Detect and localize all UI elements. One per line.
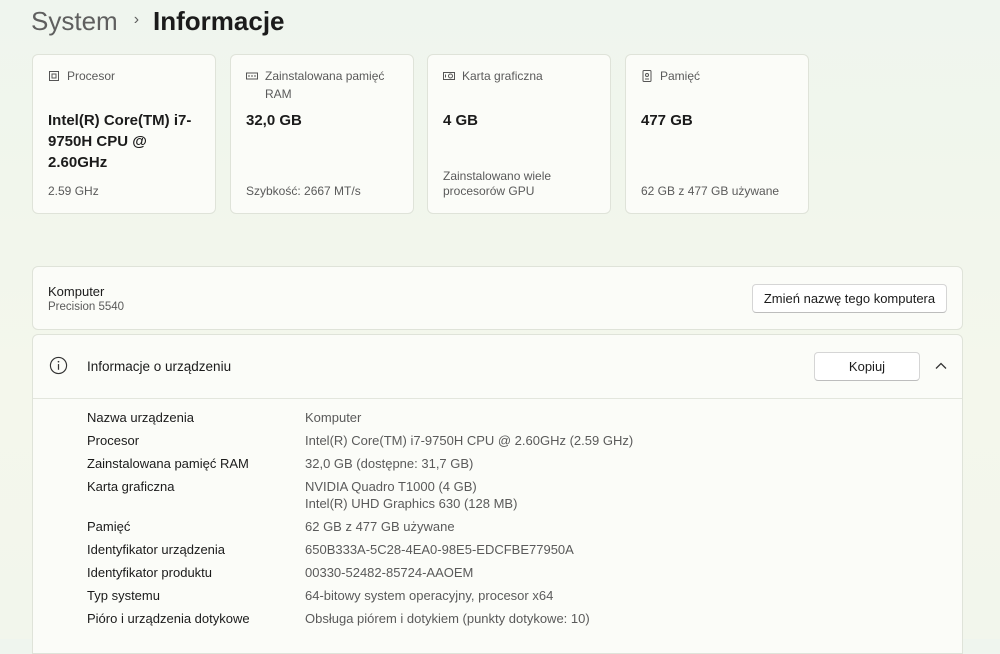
spec-row-storage: Pamięć 62 GB z 477 GB używane (87, 518, 952, 535)
spec-value: 62 GB z 477 GB używane (305, 519, 455, 534)
spec-label: Nazwa urządzenia (87, 410, 194, 425)
spec-card-ram: Zainstalowana pamięć RAM 32,0 GB Szybkoś… (230, 54, 414, 214)
spec-row-graphics: Karta graficzna NVIDIA Quadro T1000 (4 G… (87, 478, 952, 512)
info-icon (49, 356, 68, 375)
spec-value-group: NVIDIA Quadro T1000 (4 GB) Intel(R) UHD … (305, 478, 517, 512)
device-info-header[interactable]: Informacje o urządzeniu Kopiuj (33, 335, 962, 399)
card-detail: Szybkość: 2667 MT/s (246, 184, 361, 198)
spec-label: Pamięć (87, 519, 131, 534)
card-label: Zainstalowana pamięć RAM (265, 69, 385, 101)
card-detail: 62 GB z 477 GB używane (641, 184, 780, 198)
card-label: Procesor (67, 69, 116, 83)
spec-label: Identyfikator produktu (87, 565, 213, 580)
spec-card-processor: Procesor Intel(R) Core(TM) i7-9750H CPU … (32, 54, 216, 214)
storage-icon (642, 70, 652, 82)
breadcrumb-system-link[interactable]: System (31, 6, 118, 37)
spec-value: 64-bitowy system operacyjny, procesor x6… (305, 588, 554, 603)
card-detail: Zainstalowano wiele procesorów GPU (443, 169, 552, 198)
breadcrumb: System › Informacje (31, 0, 285, 42)
spec-value: Intel(R) UHD Graphics 630 (128 MB) (305, 496, 518, 511)
spec-row-processor: Procesor Intel(R) Core(TM) i7-9750H CPU … (87, 432, 952, 449)
spec-value: 32,0 GB (dostępne: 31,7 GB) (305, 456, 474, 471)
cpu-icon (49, 71, 59, 81)
card-detail: 2.59 GHz (48, 184, 99, 198)
spec-row-product-id: Identyfikator produktu 00330-52482-85724… (87, 564, 952, 581)
card-value: 477 GB (641, 112, 693, 129)
computer-model: Precision 5540 (48, 301, 125, 313)
spec-label: Zainstalowana pamięć RAM (87, 456, 249, 471)
gpu-icon (443, 72, 455, 80)
card-value: 4 GB (443, 112, 479, 129)
page-title: Informacje (153, 5, 285, 36)
computer-name-panel: Komputer Precision 5540 Zmień nazwę tego… (32, 266, 963, 330)
spec-card-storage: Pamięć 477 GB 62 GB z 477 GB używane (625, 54, 809, 214)
card-label: Karta graficzna (462, 69, 543, 83)
ram-icon (246, 72, 258, 80)
spec-label: Karta graficzna (87, 479, 175, 494)
spec-label: Procesor (87, 433, 140, 448)
computer-name: Komputer (48, 284, 105, 299)
spec-row-ram: Zainstalowana pamięć RAM 32,0 GB (dostęp… (87, 455, 952, 472)
spec-value: Obsługa piórem i dotykiem (punkty dotyko… (305, 611, 590, 626)
chevron-up-icon[interactable] (935, 361, 947, 371)
card-value: Intel(R) Core(TM) i7-9750H CPU @ 2.60GHz (48, 112, 192, 171)
spec-row-device-id: Identyfikator urządzenia 650B333A-5C28-4… (87, 541, 952, 558)
rename-computer-button[interactable]: Zmień nazwę tego komputera (752, 284, 947, 313)
spec-value: 650B333A-5C28-4EA0-98E5-EDCFBE77950A (305, 542, 574, 557)
spec-label: Typ systemu (87, 588, 160, 603)
chevron-right-icon: › (133, 11, 140, 28)
spec-row-device-name: Nazwa urządzenia Komputer (87, 409, 952, 426)
device-info-panel: Informacje o urządzeniu Kopiuj Nazwa urz… (32, 334, 963, 654)
spec-card-gpu: Karta graficzna 4 GB Zainstalowano wiele… (427, 54, 611, 214)
spec-row-pen-touch: Pióro i urządzenia dotykowe Obsługa piór… (87, 610, 952, 627)
spec-label: Identyfikator urządzenia (87, 542, 226, 557)
spec-value: Intel(R) Core(TM) i7-9750H CPU @ 2.60GHz… (305, 433, 634, 448)
spec-value: 00330-52482-85724-AAOEM (305, 565, 474, 580)
card-value: 32,0 GB (246, 112, 302, 129)
device-info-title: Informacje o urządzeniu (87, 359, 232, 374)
spec-row-system-type: Typ systemu 64-bitowy system operacyjny,… (87, 587, 952, 604)
copy-button[interactable]: Kopiuj (814, 352, 920, 381)
card-label: Pamięć (660, 69, 701, 83)
spec-label: Pióro i urządzenia dotykowe (87, 611, 250, 626)
spec-value: Komputer (305, 410, 362, 425)
spec-value: NVIDIA Quadro T1000 (4 GB) (305, 479, 477, 494)
